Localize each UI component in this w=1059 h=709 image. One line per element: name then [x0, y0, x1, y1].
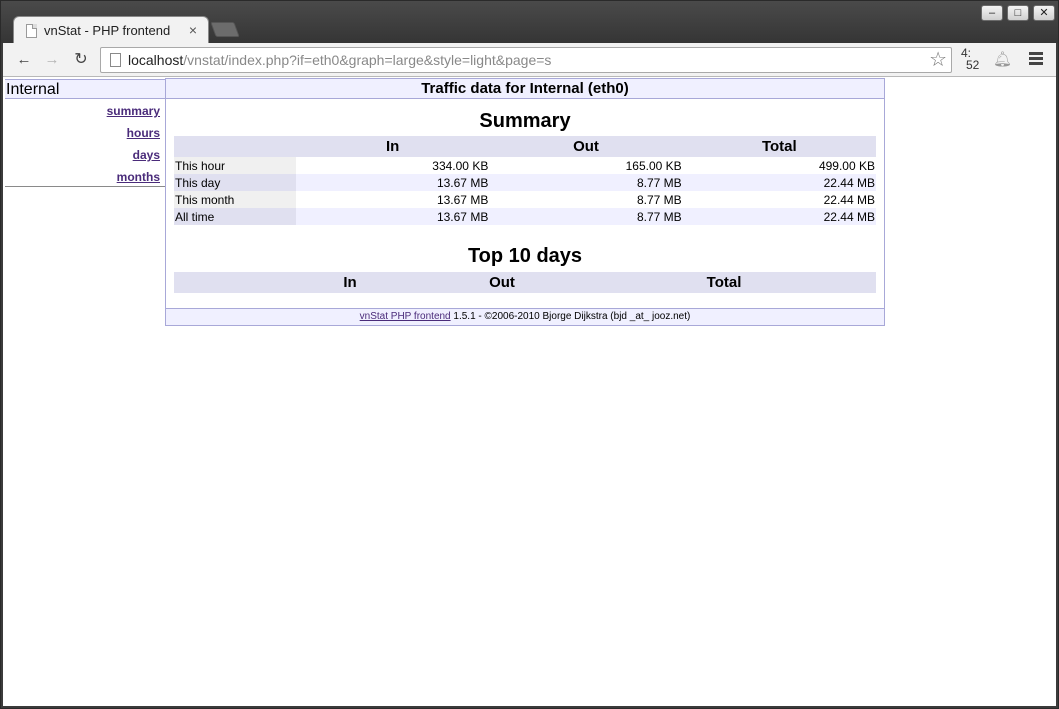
summary-table: In Out Total This hour 334.00 KB 165.00 …: [174, 136, 876, 225]
bookmark-star-icon[interactable]: ☆: [929, 49, 947, 71]
column-header-out: Out: [432, 272, 572, 293]
back-arrow-icon[interactable]: ←: [13, 49, 35, 71]
page-viewport: Internal summary hours days months Traff…: [3, 77, 1056, 706]
top10-table: In Out Total: [174, 272, 876, 293]
maximize-button[interactable]: □: [1007, 5, 1029, 21]
table-row: This month 13.67 MB 8.77 MB 22.44 MB: [174, 191, 876, 208]
interface-title: Internal: [5, 79, 165, 99]
main-content: Traffic data for Internal (eth0) Summary…: [165, 78, 885, 326]
in-value: 13.67 MB: [296, 191, 490, 208]
vnstat-link[interactable]: vnStat PHP frontend: [360, 311, 451, 322]
reload-icon[interactable]: ↻: [70, 49, 92, 71]
minimize-button[interactable]: –: [981, 5, 1003, 21]
table-row: All time 13.67 MB 8.77 MB 22.44 MB: [174, 208, 876, 225]
row-label: This month: [174, 191, 296, 208]
browser-window: vnStat - PHP frontend × – □ ✕ ← → ↻ loca…: [0, 0, 1059, 709]
in-value: 13.67 MB: [296, 174, 490, 191]
out-value: 8.77 MB: [489, 191, 683, 208]
page-icon: [110, 53, 121, 67]
table-row: This day 13.67 MB 8.77 MB 22.44 MB: [174, 174, 876, 191]
tab-title: vnStat - PHP frontend: [44, 23, 171, 38]
column-header-in: In: [296, 136, 490, 157]
footer: vnStat PHP frontend 1.5.1 - ©2006-2010 B…: [166, 308, 884, 325]
out-value: 165.00 KB: [489, 157, 683, 174]
sidebar-item-days[interactable]: days: [133, 148, 160, 162]
summary-title: Summary: [479, 110, 571, 132]
footer-text: 1.5.1 - ©2006-2010 Bjorge Dijkstra (bjd …: [450, 311, 691, 322]
browser-toolbar: ← → ↻ localhost/vnstat/index.php?if=eth0…: [3, 43, 1056, 77]
top10-title: Top 10 days: [467, 245, 583, 267]
menu-icon[interactable]: [1029, 52, 1043, 66]
in-value: 334.00 KB: [296, 157, 490, 174]
new-tab-button[interactable]: [210, 22, 240, 37]
url-text[interactable]: localhost/vnstat/index.php?if=eth0&graph…: [128, 52, 551, 68]
notification-bell-icon[interactable]: 🔔︎: [993, 50, 1012, 68]
table-row: This hour 334.00 KB 165.00 KB 499.00 KB: [174, 157, 876, 174]
total-value: 499.00 KB: [682, 157, 876, 174]
total-value: 22.44 MB: [682, 174, 876, 191]
row-label: All time: [174, 208, 296, 225]
sidebar-item-months[interactable]: months: [117, 170, 160, 184]
out-value: 8.77 MB: [489, 208, 683, 225]
column-header-out: Out: [489, 136, 683, 157]
column-header-total: Total: [682, 136, 876, 157]
column-header: [174, 272, 268, 293]
column-header: [174, 136, 296, 157]
row-label: This hour: [174, 157, 296, 174]
out-value: 8.77 MB: [489, 174, 683, 191]
sidebar-item-summary[interactable]: summary: [107, 104, 160, 118]
forward-arrow-icon[interactable]: →: [41, 49, 63, 71]
total-value: 22.44 MB: [682, 208, 876, 225]
in-value: 13.67 MB: [296, 208, 490, 225]
address-bar[interactable]: localhost/vnstat/index.php?if=eth0&graph…: [100, 47, 952, 73]
row-label: This day: [174, 174, 296, 191]
total-value: 22.44 MB: [682, 191, 876, 208]
clock: 4: 52: [961, 46, 980, 72]
page-title: Traffic data for Internal (eth0): [166, 79, 884, 99]
column-header-in: In: [268, 272, 432, 293]
column-header-total: Total: [572, 272, 876, 293]
tab-vnstat[interactable]: vnStat - PHP frontend ×: [13, 16, 209, 44]
page-icon: [26, 24, 37, 38]
sidebar: Internal summary hours days months: [5, 79, 165, 187]
sidebar-item-hours[interactable]: hours: [127, 126, 160, 140]
tab-close-icon[interactable]: ×: [186, 22, 200, 38]
close-window-button[interactable]: ✕: [1033, 5, 1055, 21]
tab-strip: vnStat - PHP frontend × – □ ✕: [1, 1, 1058, 44]
